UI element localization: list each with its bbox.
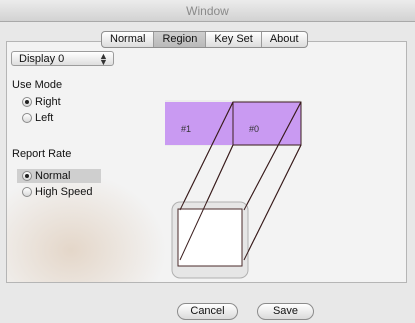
region-1-label: #1 [181,124,191,134]
mapping-line [243,144,302,261]
tablet-icon [171,201,249,279]
save-button[interactable]: Save [257,303,314,320]
cancel-button[interactable]: Cancel [177,303,238,320]
region-0-label: #0 [249,124,259,134]
region-0[interactable] [233,102,301,145]
region-map: #1 #0 [165,100,302,279]
